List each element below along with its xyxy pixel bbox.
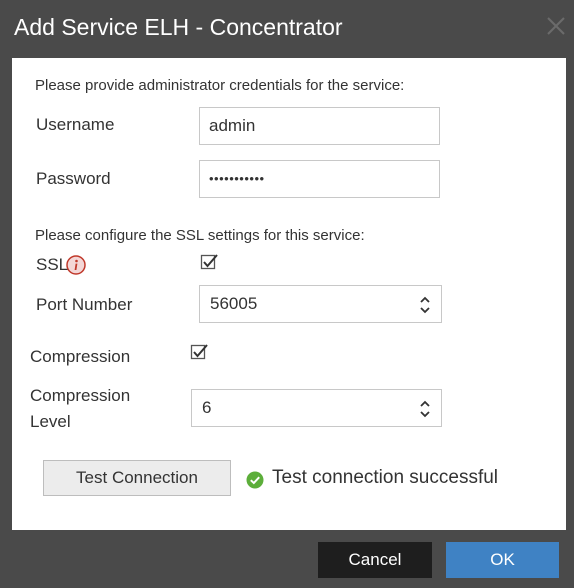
- dialog-title-bar: Add Service ELH - Concentrator: [0, 0, 574, 58]
- compression-level-label-line1: Compression: [30, 386, 131, 405]
- port-number-value: 56005: [210, 294, 258, 313]
- test-status-text: Test connection successful: [272, 467, 499, 488]
- cancel-button[interactable]: Cancel: [318, 542, 432, 578]
- compression-level-label-line2: Level: [30, 412, 71, 431]
- ssl-instruction: Please configure the SSL settings for th…: [35, 227, 365, 244]
- dialog-footer: Cancel OK: [0, 530, 574, 588]
- password-label: Password: [36, 169, 111, 188]
- password-input[interactable]: •••••••••••: [199, 160, 440, 198]
- username-input[interactable]: admin: [199, 107, 440, 145]
- port-number-stepper[interactable]: 56005: [199, 285, 442, 323]
- compression-label: Compression: [30, 347, 131, 366]
- compression-level-stepper[interactable]: 6: [191, 389, 442, 427]
- ssl-label: SSL: [36, 255, 69, 274]
- ok-button[interactable]: OK: [446, 542, 559, 578]
- spinner-arrows-icon[interactable]: [419, 295, 431, 315]
- check-circle-icon: [246, 471, 264, 489]
- add-service-dialog: Add Service ELH - Concentrator Please pr…: [0, 0, 574, 588]
- info-icon[interactable]: [66, 255, 86, 275]
- ssl-checkbox[interactable]: [200, 254, 218, 272]
- username-label: Username: [36, 115, 115, 134]
- compression-checkbox[interactable]: [190, 344, 208, 362]
- port-number-label: Port Number: [36, 295, 133, 314]
- dialog-title: Add Service ELH - Concentrator: [14, 14, 343, 40]
- dialog-content: Please provide administrator credentials…: [12, 58, 566, 530]
- credentials-instruction: Please provide administrator credentials…: [35, 77, 405, 94]
- test-connection-button[interactable]: Test Connection: [43, 460, 231, 496]
- close-icon[interactable]: [538, 8, 572, 42]
- compression-level-value: 6: [202, 398, 212, 417]
- spinner-arrows-icon[interactable]: [419, 399, 431, 419]
